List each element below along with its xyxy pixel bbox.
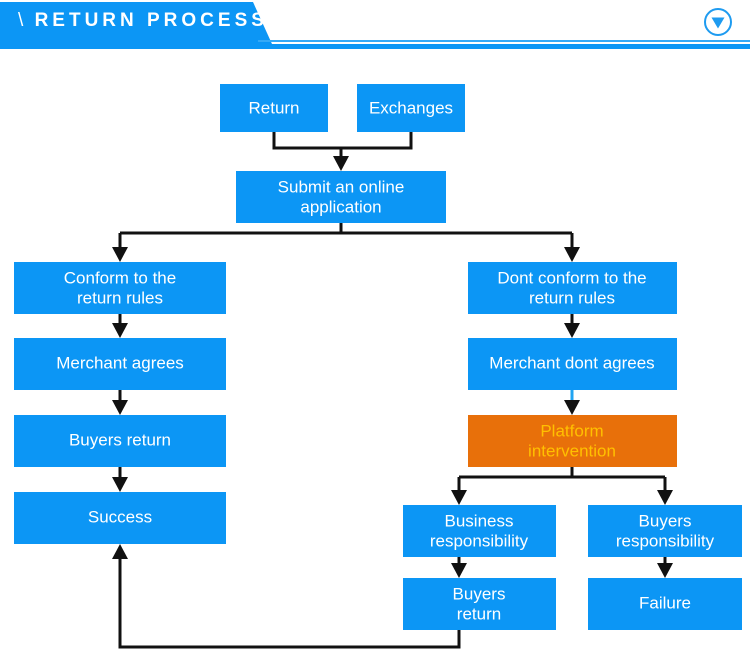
arrowhead-merchant-agrees (112, 323, 128, 338)
node-dont-conform-return-rules-label-line2: return rules (529, 288, 615, 307)
node-merchant-agrees[interactable]: Merchant agrees (14, 338, 226, 390)
arrowhead-buyers-resp (657, 490, 673, 505)
node-return-label: Return (248, 98, 299, 117)
chevron-down-circle-icon[interactable] (702, 6, 734, 38)
node-merchant-agrees-label: Merchant agrees (56, 353, 184, 372)
arrowhead-conform (112, 247, 128, 262)
node-failure[interactable]: Failure (588, 578, 742, 630)
title-slash-glyph: \ (18, 10, 26, 31)
node-platform-intervention[interactable]: Platform intervention (468, 415, 677, 467)
node-business-responsibility-label-line2: responsibility (430, 531, 529, 550)
node-merchant-dont-agrees[interactable]: Merchant dont agrees (468, 338, 677, 390)
arrowhead-platform (564, 400, 580, 415)
arrowhead-feedback-success (112, 544, 128, 559)
node-submit-application[interactable]: Submit an online application (236, 171, 446, 223)
node-conform-return-rules[interactable]: Conform to the return rules (14, 262, 226, 314)
node-return[interactable]: Return (220, 84, 328, 132)
node-exchanges[interactable]: Exchanges (357, 84, 465, 132)
node-submit-application-label-line1: Submit an online (278, 177, 405, 196)
edge-exchanges-to-submit (341, 132, 413, 150)
node-failure-label: Failure (639, 593, 691, 612)
node-platform-intervention-label-line2: intervention (528, 441, 616, 460)
node-buyers-responsibility-label-line1: Buyers (639, 511, 692, 530)
node-submit-application-label-line2: application (300, 197, 381, 216)
arrowhead-business-resp (451, 490, 467, 505)
node-exchanges-label: Exchanges (369, 98, 453, 117)
arrowhead-buyers-return-left (112, 400, 128, 415)
arrowhead-success (112, 477, 128, 492)
node-buyers-return-left[interactable]: Buyers return (14, 415, 226, 467)
node-buyers-responsibility[interactable]: Buyers responsibility (588, 505, 742, 557)
node-business-responsibility-label-line1: Business (445, 511, 514, 530)
node-buyers-return-left-label: Buyers return (69, 430, 171, 449)
node-buyers-return-bottom-label-line2: return (457, 604, 501, 623)
node-conform-return-rules-label-line2: return rules (77, 288, 163, 307)
arrowhead-buyers-return-bottom (451, 563, 467, 578)
node-dont-conform-return-rules-label-line1: Dont conform to the (497, 268, 646, 287)
title-text: RETURN PROCESS (34, 10, 268, 31)
arrowhead-submit (333, 156, 349, 171)
node-merchant-dont-agrees-label: Merchant dont agrees (489, 353, 654, 372)
node-platform-intervention-label-line1: Platform (540, 421, 603, 440)
node-buyers-return-bottom-label-line1: Buyers (453, 584, 506, 603)
flowchart-canvas: Return Exchanges Submit an online applic… (14, 84, 742, 649)
arrowhead-dont-conform (564, 247, 580, 262)
arrowhead-merchant-dont-agrees (564, 323, 580, 338)
header-rule-thick (0, 44, 750, 49)
node-success[interactable]: Success (14, 492, 226, 544)
header-rule-thin (258, 40, 750, 42)
edge-return-to-submit (272, 132, 341, 150)
node-buyers-return-bottom[interactable]: Buyers return (403, 578, 556, 630)
return-process-flowchart: Return Exchanges Submit an online applic… (0, 56, 750, 665)
node-buyers-responsibility-label-line2: responsibility (616, 531, 715, 550)
page-header: \ RETURN PROCESS (0, 0, 750, 56)
node-success-label: Success (88, 507, 152, 526)
node-dont-conform-return-rules[interactable]: Dont conform to the return rules (468, 262, 677, 314)
arrowhead-failure (657, 563, 673, 578)
page-title: \ RETURN PROCESS (18, 10, 268, 32)
node-business-responsibility[interactable]: Business responsibility (403, 505, 556, 557)
node-conform-return-rules-label-line1: Conform to the (64, 268, 176, 287)
